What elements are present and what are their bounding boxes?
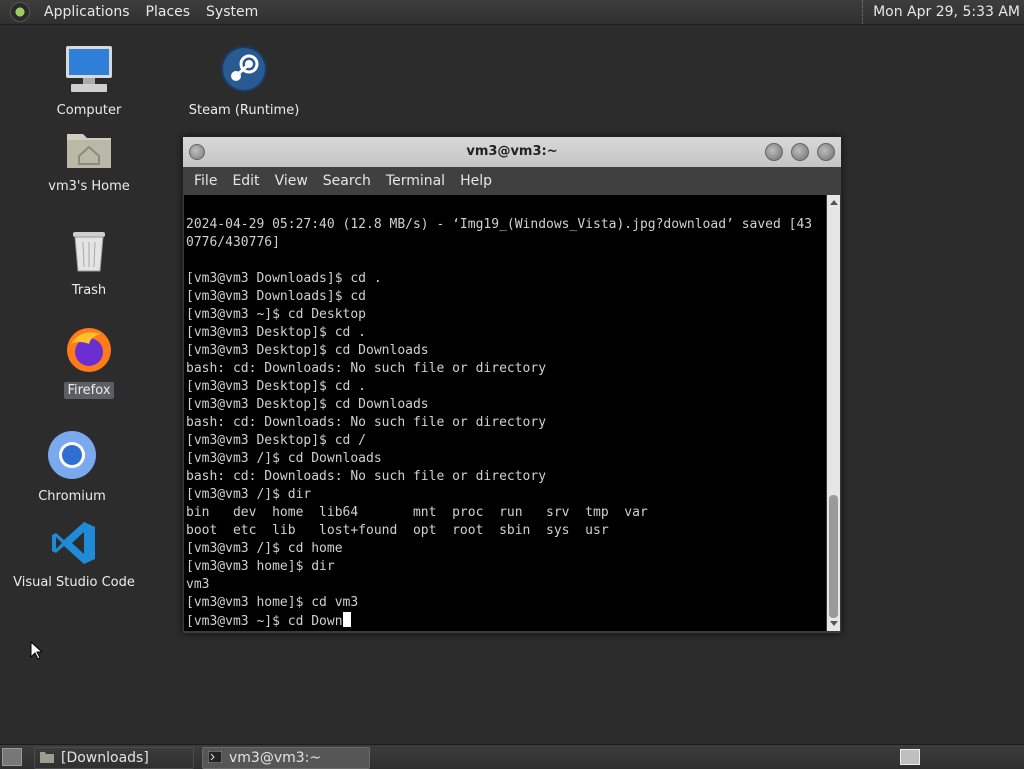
desktop-icon-label: vm3's Home [48, 179, 130, 194]
window-menubar: File Edit View Search Terminal Help [183, 167, 841, 195]
taskbar-item-terminal[interactable]: vm3@vm3:~ [202, 747, 370, 769]
menu-places[interactable]: Places [138, 0, 199, 24]
window-title: vm3@vm3:~ [466, 144, 558, 159]
chromium-icon [48, 431, 96, 479]
terminal-icon [208, 751, 222, 763]
minimize-button[interactable] [765, 143, 783, 161]
menu-help[interactable]: Help [453, 173, 500, 189]
steam-icon [221, 46, 267, 92]
menu-edit[interactable]: Edit [225, 173, 267, 189]
menu-applications[interactable]: Applications [36, 0, 138, 24]
desktop-icon-home[interactable]: vm3's Home [24, 128, 154, 195]
desktop-icon-trash[interactable]: Trash [24, 226, 154, 299]
computer-icon [66, 46, 112, 92]
firefox-icon [67, 328, 111, 372]
scroll-down-arrow-icon[interactable] [830, 621, 838, 626]
taskbar-item-label: [Downloads] [61, 750, 149, 766]
menu-system[interactable]: System [198, 0, 266, 24]
top-panel: Applications Places System Mon Apr 29, 5… [0, 0, 1024, 25]
scroll-up-arrow-icon[interactable] [830, 200, 838, 205]
terminal-output[interactable]: 2024-04-29 05:27:40 (12.8 MB/s) - ‘Img19… [184, 195, 826, 631]
desktop-icon-steam[interactable]: Steam (Runtime) [179, 44, 309, 119]
desktop-icon-label: Computer [56, 103, 122, 118]
maximize-button[interactable] [791, 143, 809, 161]
menu-view[interactable]: View [268, 173, 316, 189]
folder-icon [40, 752, 54, 763]
menu-search[interactable]: Search [316, 173, 379, 189]
taskbar-item-label: vm3@vm3:~ [229, 750, 322, 766]
menu-terminal[interactable]: Terminal [379, 173, 453, 189]
desktop-icon-vscode[interactable]: Visual Studio Code [9, 520, 139, 591]
desktop-icon-label: Chromium [38, 489, 106, 504]
bottom-panel: [Downloads] vm3@vm3:~ [0, 744, 1024, 769]
terminal-prompt-line[interactable]: [vm3@vm3 ~]$ cd Down [186, 614, 343, 629]
desktop-icon-label: Steam (Runtime) [188, 103, 300, 118]
desktop-icon-firefox[interactable]: Firefox [24, 326, 154, 399]
vscode-icon [52, 522, 95, 564]
desktop-icon-computer[interactable]: Computer [24, 44, 154, 119]
terminal-window[interactable]: vm3@vm3:~ File Edit View Search Terminal… [182, 136, 842, 634]
distro-logo-icon[interactable] [10, 2, 30, 22]
menu-file[interactable]: File [187, 173, 225, 189]
terminal-history: 2024-04-29 05:27:40 (12.8 MB/s) - ‘Img19… [186, 217, 813, 610]
mouse-pointer-icon [30, 641, 42, 660]
clock[interactable]: Mon Apr 29, 5:33 AM [862, 0, 1020, 24]
text-cursor [342, 612, 351, 627]
workspace-switcher[interactable] [900, 749, 920, 765]
close-button[interactable] [817, 143, 835, 161]
window-menu-button[interactable] [189, 144, 205, 160]
desktop-icon-label: Trash [71, 283, 107, 298]
window-titlebar[interactable]: vm3@vm3:~ [183, 137, 841, 167]
taskbar-item-downloads[interactable]: [Downloads] [34, 747, 194, 769]
trash-icon [73, 232, 105, 272]
scrollbar-thumb[interactable] [829, 495, 838, 618]
desktop-icon-label: Visual Studio Code [13, 575, 135, 590]
home-folder-icon [67, 134, 111, 168]
terminal-scrollbar[interactable] [827, 195, 840, 631]
desktop-icon-label: Firefox [64, 382, 114, 399]
desktop-icon-chromium[interactable]: Chromium [7, 430, 137, 505]
show-desktop-icon[interactable] [2, 748, 22, 766]
